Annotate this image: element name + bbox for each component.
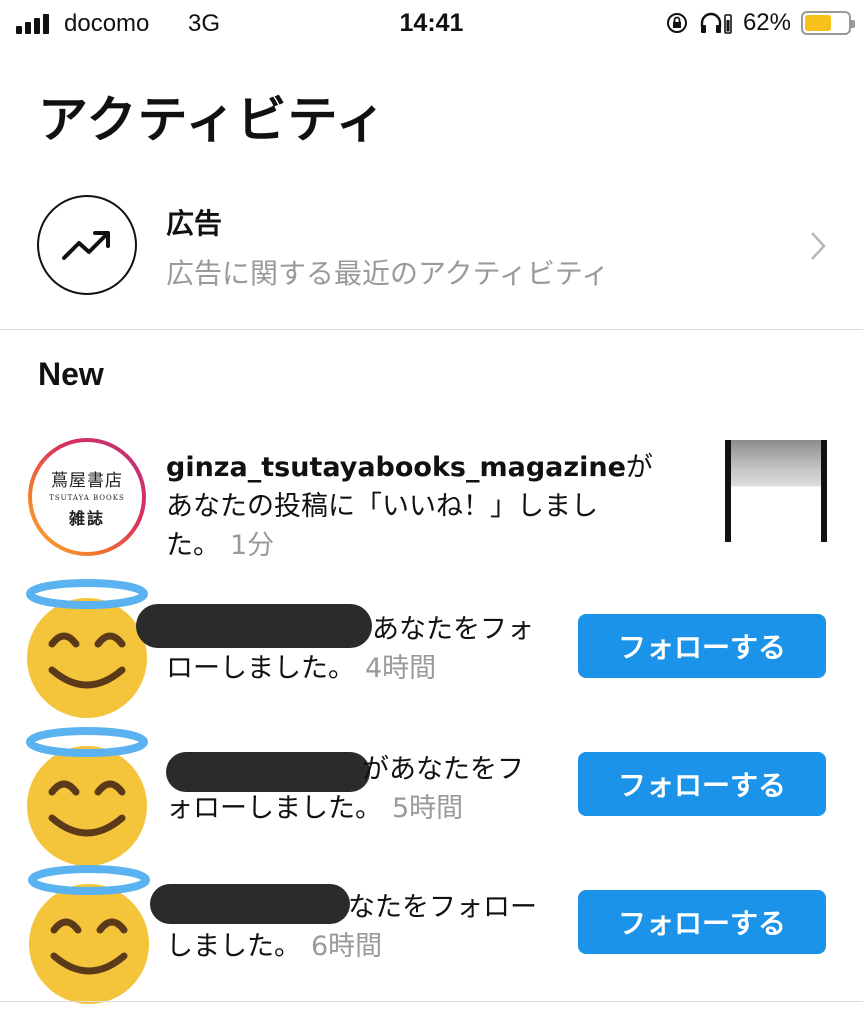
notification-follow[interactable]: なたをフォロー しました。 6時間 フォローする xyxy=(0,864,863,1004)
headphones-icon xyxy=(700,12,732,34)
notification-follow[interactable]: あなたをフォ ローしました。 4時間 フォローする xyxy=(0,578,863,718)
divider xyxy=(0,329,863,330)
smiling-face-with-halo-icon[interactable] xyxy=(12,726,162,866)
notification-text: があなたをフ ォローしました。 5時間 xyxy=(166,754,524,824)
username-link[interactable]: ginza_tsutayabooks_magazine xyxy=(166,452,626,483)
ads-activity-row[interactable]: 広告 広告に関する最近のアクティビティ xyxy=(0,190,863,300)
follow-button[interactable]: フォローする xyxy=(578,752,826,816)
chevron-right-icon xyxy=(811,232,826,260)
rotation-lock-icon xyxy=(666,13,687,33)
post-thumbnail[interactable] xyxy=(725,440,827,542)
status-bar: docomo 3G 14:41 62% xyxy=(0,0,863,48)
ads-title: 広告 xyxy=(166,207,223,240)
timestamp: 6時間 xyxy=(311,931,383,962)
divider xyxy=(0,1001,863,1002)
notification-text: ginza_tsutayabooks_magazineが あなたの投稿に「いいね… xyxy=(166,452,653,561)
notification-follow[interactable]: があなたをフ ォローしました。 5時間 フォローする xyxy=(0,726,863,866)
battery-percent: 62% xyxy=(742,9,791,36)
avatar[interactable]: 蔦屋書店 TSUTAYA BOOKS 雑誌 xyxy=(28,438,146,556)
tsutaya-logo: 蔦屋書店 TSUTAYA BOOKS 雑誌 xyxy=(36,446,138,548)
battery-icon xyxy=(801,11,855,35)
section-title-new: New xyxy=(38,356,104,392)
smiling-face-with-halo-icon[interactable] xyxy=(14,864,164,1004)
timestamp: 4時間 xyxy=(365,653,437,684)
trending-up-icon xyxy=(37,195,137,295)
follow-button[interactable]: フォローする xyxy=(578,890,826,954)
smiling-face-with-halo-icon[interactable] xyxy=(12,578,162,718)
notification-text: なたをフォロー しました。 6時間 xyxy=(166,892,537,962)
page-title: アクティビティ xyxy=(38,91,387,149)
status-icons: 62% xyxy=(665,9,855,37)
follow-button[interactable]: フォローする xyxy=(578,614,826,678)
ads-subtitle: 広告に関する最近のアクティビティ xyxy=(166,257,610,290)
notification-text: あなたをフォ ローしました。 4時間 xyxy=(166,614,534,684)
notification-like[interactable]: 蔦屋書店 TSUTAYA BOOKS 雑誌 ginza_tsutayabooks… xyxy=(0,438,863,561)
timestamp: 1分 xyxy=(230,530,275,561)
timestamp: 5時間 xyxy=(392,793,464,824)
